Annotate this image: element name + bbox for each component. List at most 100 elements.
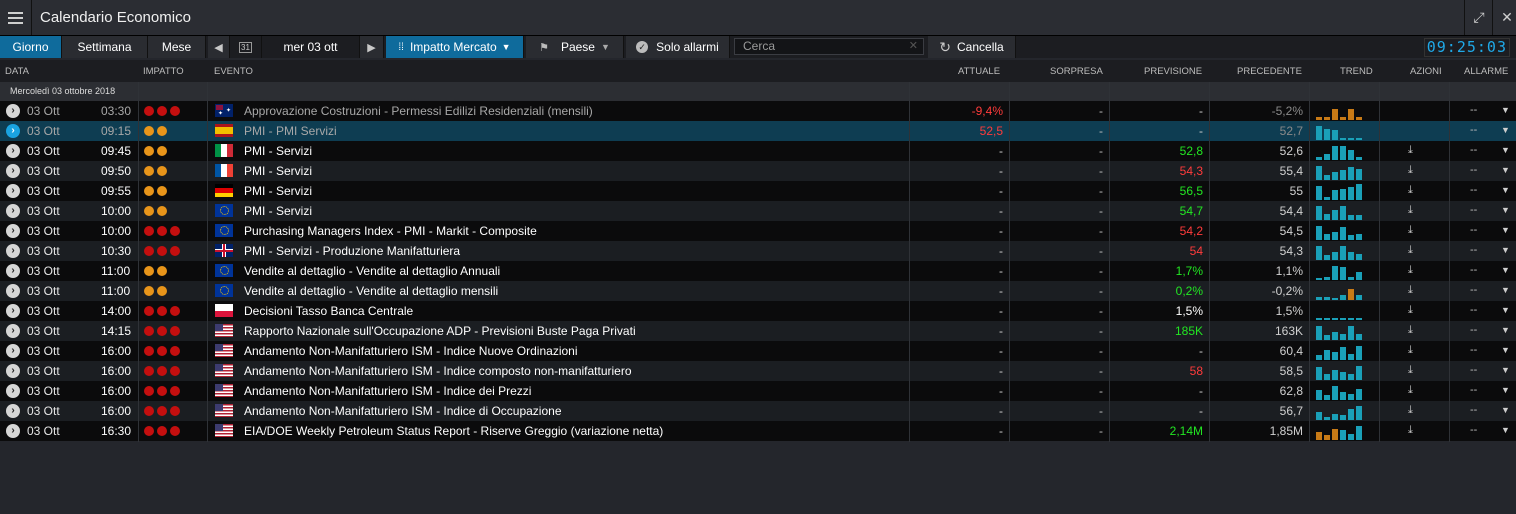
event-name[interactable]: Purchasing Managers Index - PMI - Markit… [244, 224, 537, 238]
download-icon[interactable]: ⤓ [1408, 384, 1413, 397]
expand-icon[interactable]: ⤢ [1464, 0, 1493, 35]
expand-row-icon[interactable]: › [6, 224, 20, 238]
expand-row-icon[interactable]: › [6, 344, 20, 358]
alarm-value[interactable]: -- [1470, 104, 1477, 116]
next-date-button[interactable]: ▶ [360, 36, 384, 58]
col-attuale[interactable]: ATTUALE [958, 66, 1000, 77]
download-icon[interactable]: ⤓ [1408, 164, 1413, 177]
event-name[interactable]: Rapporto Nazionale sull'Occupazione ADP … [244, 324, 636, 338]
event-name[interactable]: Decisioni Tasso Banca Centrale [244, 304, 413, 318]
expand-row-icon[interactable]: › [6, 324, 20, 338]
search-input[interactable]: Cerca ✕ [734, 38, 924, 55]
event-name[interactable]: Approvazione Costruzioni - Permessi Edil… [244, 104, 593, 118]
paese-dropdown[interactable]: ⚑ Paese ▼ [526, 36, 624, 58]
download-icon[interactable]: ⤓ [1408, 204, 1413, 217]
download-icon[interactable]: ⤓ [1408, 404, 1413, 417]
chevron-down-icon[interactable]: ▼ [1501, 105, 1510, 115]
current-date[interactable]: mer 03 ott [262, 36, 360, 58]
table-row[interactable]: › 03 Ott 10:00 PMI - Servizi - -54,7 54,4 ⤓ -- ▼ [0, 201, 1516, 221]
expand-row-icon[interactable]: › [6, 304, 20, 318]
event-name[interactable]: Andamento Non-Manifatturiero ISM - Indic… [244, 384, 531, 398]
expand-row-icon[interactable]: › [6, 264, 20, 278]
chevron-down-icon[interactable]: ▼ [1501, 145, 1510, 155]
alarm-value[interactable]: -- [1470, 404, 1477, 416]
table-row[interactable]: › 03 Ott 10:00 Purchasing Managers Index - … [0, 221, 1516, 241]
download-icon[interactable]: ⤓ [1408, 324, 1413, 337]
chevron-down-icon[interactable]: ▼ [1501, 225, 1510, 235]
event-name[interactable]: PMI - Servizi [244, 144, 312, 158]
chevron-down-icon[interactable]: ▼ [1501, 425, 1510, 435]
chevron-down-icon[interactable]: ▼ [1501, 405, 1510, 415]
prev-date-button[interactable]: ◀ [208, 36, 230, 58]
event-name[interactable]: PMI - Servizi - Produzione Manifatturier… [244, 244, 460, 258]
col-evento[interactable]: EVENTO [214, 66, 253, 77]
tab-mese[interactable]: Mese [148, 36, 206, 58]
alarm-value[interactable]: -- [1470, 304, 1477, 316]
alarm-value[interactable]: -- [1470, 424, 1477, 436]
expand-row-icon[interactable]: › [6, 244, 20, 258]
download-icon[interactable]: ⤓ [1408, 364, 1413, 377]
table-row[interactable]: › 03 Ott 16:00 Andamento Non-Manifatturiero… [0, 361, 1516, 381]
col-azioni[interactable]: AZIONI [1410, 66, 1442, 77]
expand-row-icon[interactable]: › [6, 284, 20, 298]
solo-allarmi-toggle[interactable]: ✓ Solo allarmi [626, 36, 730, 58]
table-row[interactable]: › 03 Ott 09:45 PMI - Servizi - -52,8 52,6 ⤓ -- ▼ [0, 141, 1516, 161]
chevron-down-icon[interactable]: ▼ [1501, 265, 1510, 275]
table-row[interactable]: › 03 Ott 14:15 Rapporto Nazionale sull'Occu… [0, 321, 1516, 341]
hamburger-menu-icon[interactable] [0, 0, 32, 35]
chevron-down-icon[interactable]: ▼ [1501, 325, 1510, 335]
table-row[interactable]: › 03 Ott 11:00 Vendite al dettaglio - Vendi… [0, 261, 1516, 281]
table-row[interactable]: › 03 Ott 09:50 PMI - Servizi - -54,3 55,4 ⤓ -- ▼ [0, 161, 1516, 181]
expand-row-icon[interactable]: › [6, 184, 20, 198]
expand-row-icon[interactable]: › [6, 124, 20, 138]
event-name[interactable]: Andamento Non-Manifatturiero ISM - Indic… [244, 344, 578, 358]
table-row[interactable]: › 03 Ott 09:55 PMI - Servizi - -56,5 55 ⤓ -- ▼ [0, 181, 1516, 201]
alarm-value[interactable]: -- [1470, 224, 1477, 236]
alarm-value[interactable]: -- [1470, 244, 1477, 256]
col-previsione[interactable]: PREVISIONE [1144, 66, 1202, 77]
expand-row-icon[interactable]: › [6, 164, 20, 178]
close-icon[interactable]: ✕ [1492, 0, 1516, 35]
download-icon[interactable]: ⤓ [1408, 304, 1413, 317]
col-precedente[interactable]: PRECEDENTE [1237, 66, 1302, 77]
download-icon[interactable]: ⤓ [1408, 244, 1413, 257]
expand-row-icon[interactable]: › [6, 404, 20, 418]
download-icon[interactable]: ⤓ [1408, 264, 1413, 277]
chevron-down-icon[interactable]: ▼ [1501, 385, 1510, 395]
download-icon[interactable]: ⤓ [1408, 184, 1413, 197]
event-name[interactable]: PMI - PMI Servizi [244, 124, 337, 138]
col-allarme[interactable]: ALLARME [1464, 66, 1508, 77]
download-icon[interactable]: ⤓ [1408, 144, 1413, 157]
alarm-value[interactable]: -- [1470, 324, 1477, 336]
tab-settimana[interactable]: Settimana [62, 36, 148, 58]
event-name[interactable]: PMI - Servizi [244, 204, 312, 218]
alarm-value[interactable]: -- [1470, 384, 1477, 396]
chevron-down-icon[interactable]: ▼ [1501, 345, 1510, 355]
alarm-value[interactable]: -- [1470, 164, 1477, 176]
alarm-value[interactable]: -- [1470, 184, 1477, 196]
cancella-button[interactable]: ↻ Cancella [928, 36, 1016, 58]
table-row[interactable]: › 03 Ott 14:00 Decisioni Tasso Banca Centra… [0, 301, 1516, 321]
download-icon[interactable]: ⤓ [1408, 224, 1413, 237]
col-trend[interactable]: TREND [1340, 66, 1373, 77]
event-name[interactable]: Andamento Non-Manifatturiero ISM - Indic… [244, 404, 562, 418]
chevron-down-icon[interactable]: ▼ [1501, 285, 1510, 295]
alarm-value[interactable]: -- [1470, 284, 1477, 296]
expand-row-icon[interactable]: › [6, 144, 20, 158]
chevron-down-icon[interactable]: ▼ [1501, 185, 1510, 195]
chevron-down-icon[interactable]: ▼ [1501, 245, 1510, 255]
alarm-value[interactable]: -- [1470, 344, 1477, 356]
chevron-down-icon[interactable]: ▼ [1501, 205, 1510, 215]
download-icon[interactable]: ⤓ [1408, 424, 1413, 437]
expand-row-icon[interactable]: › [6, 384, 20, 398]
alarm-value[interactable]: -- [1470, 144, 1477, 156]
col-sorpresa[interactable]: SORPRESA [1050, 66, 1103, 77]
expand-row-icon[interactable]: › [6, 424, 20, 438]
event-name[interactable]: PMI - Servizi [244, 164, 312, 178]
download-icon[interactable]: ⤓ [1408, 284, 1413, 297]
expand-row-icon[interactable]: › [6, 104, 20, 118]
download-icon[interactable]: ⤓ [1408, 344, 1413, 357]
tab-giorno[interactable]: Giorno [0, 36, 62, 58]
event-name[interactable]: Vendite al dettaglio - Vendite al dettag… [244, 264, 500, 278]
chevron-down-icon[interactable]: ▼ [1501, 165, 1510, 175]
